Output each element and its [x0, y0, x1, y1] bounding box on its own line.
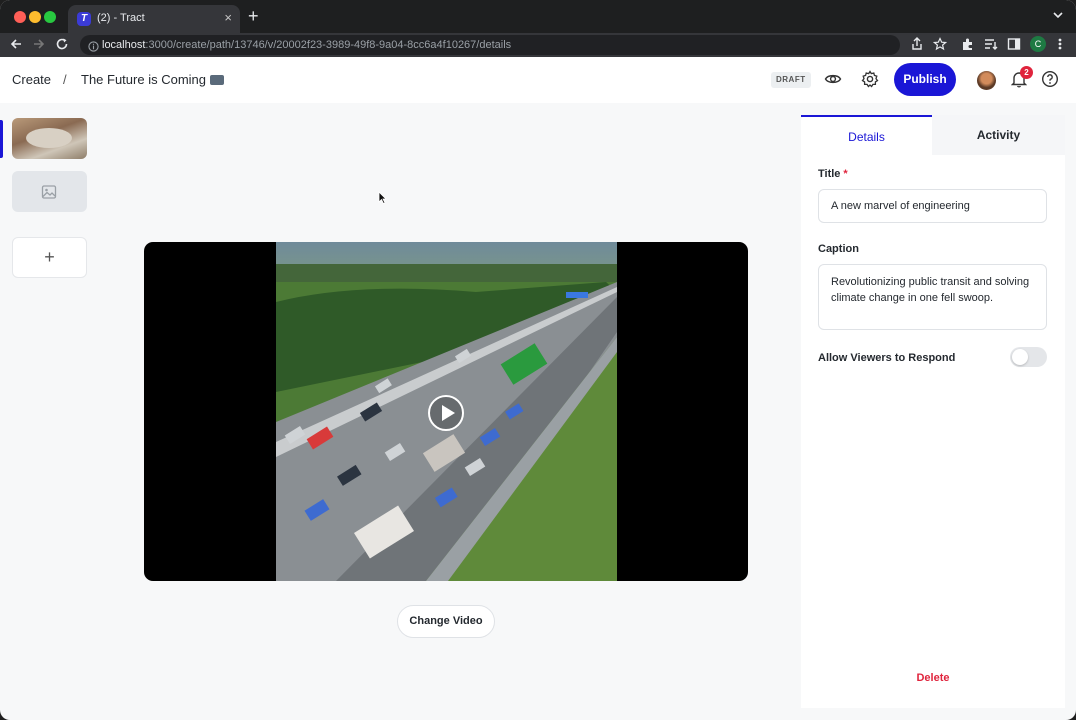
publish-button[interactable]: Publish	[894, 63, 956, 96]
caption-field-label: Caption	[818, 243, 859, 255]
image-icon	[41, 184, 57, 205]
caption-textarea[interactable]: Revolutionizing public transit and solvi…	[818, 264, 1047, 330]
active-slide-indicator	[0, 120, 3, 158]
bus-emoji-icon	[210, 75, 224, 85]
breadcrumb-story-title: The Future is Coming	[81, 72, 224, 87]
close-window-button[interactable]	[14, 11, 26, 23]
user-avatar[interactable]	[977, 71, 996, 90]
reading-list-icon[interactable]	[984, 37, 998, 56]
browser-toolbar: localhost:3000/create/path/13746/v/20002…	[0, 33, 1076, 57]
browser-menu-icon[interactable]	[1057, 37, 1063, 56]
title-input[interactable]: A new marvel of engineering	[818, 189, 1047, 223]
delete-button[interactable]: Delete	[801, 672, 1065, 684]
app-header: Create / The Future is Coming DRAFT Publ…	[0, 57, 1076, 103]
gear-settings-icon[interactable]	[861, 70, 879, 93]
back-arrow-icon[interactable]	[9, 37, 23, 56]
new-tab-icon[interactable]: +	[248, 6, 259, 26]
mouse-cursor-icon	[378, 191, 387, 209]
browser-tab-title: (2) - Tract	[97, 12, 145, 24]
slide-thumbnail-video[interactable]	[12, 118, 87, 159]
forward-arrow-icon[interactable]	[32, 37, 46, 56]
add-slide-button[interactable]: +	[12, 237, 87, 278]
close-tab-icon[interactable]: ×	[224, 10, 232, 25]
details-panel: Details Activity Title * A new marvel of …	[801, 115, 1065, 708]
notification-count-badge: 2	[1020, 66, 1033, 79]
address-bar[interactable]: localhost:3000/create/path/13746/v/20002…	[80, 35, 900, 55]
breadcrumb-separator: /	[63, 72, 67, 87]
reload-icon[interactable]	[55, 37, 69, 56]
side-panel-icon[interactable]	[1007, 37, 1021, 56]
required-asterisk: *	[843, 168, 848, 180]
video-player[interactable]	[144, 242, 748, 581]
play-button[interactable]	[428, 395, 464, 431]
bookmark-star-icon[interactable]	[932, 37, 948, 56]
breadcrumb-create-link[interactable]: Create	[12, 72, 51, 87]
eye-preview-icon[interactable]	[824, 70, 842, 93]
slide-thumbnail-image[interactable]	[12, 171, 87, 212]
extensions-icon[interactable]	[961, 37, 975, 56]
minimize-window-button[interactable]	[29, 11, 41, 23]
help-icon[interactable]	[1041, 70, 1059, 93]
maximize-window-button[interactable]	[44, 11, 56, 23]
change-video-button[interactable]: Change Video	[397, 605, 495, 638]
allow-respond-label: Allow Viewers to Respond	[818, 352, 956, 364]
share-icon[interactable]	[911, 37, 923, 56]
browser-tab[interactable]: T (2) - Tract ×	[68, 5, 240, 33]
browser-window: T (2) - Tract × + localhost:3000/create/…	[0, 0, 1076, 720]
tab-details[interactable]: Details	[801, 115, 932, 155]
profile-avatar[interactable]: C	[1030, 36, 1046, 52]
tract-favicon-icon: T	[77, 12, 91, 26]
chevron-down-icon[interactable]	[1052, 8, 1064, 26]
tab-activity[interactable]: Activity	[932, 115, 1065, 155]
title-field-label: Title *	[818, 168, 848, 180]
status-badge: DRAFT	[771, 72, 811, 88]
site-info-icon[interactable]	[88, 39, 99, 57]
allow-respond-toggle[interactable]	[1010, 347, 1047, 367]
url-text: localhost:3000/create/path/13746/v/20002…	[102, 39, 512, 51]
browser-tab-bar: T (2) - Tract × +	[0, 0, 1076, 33]
